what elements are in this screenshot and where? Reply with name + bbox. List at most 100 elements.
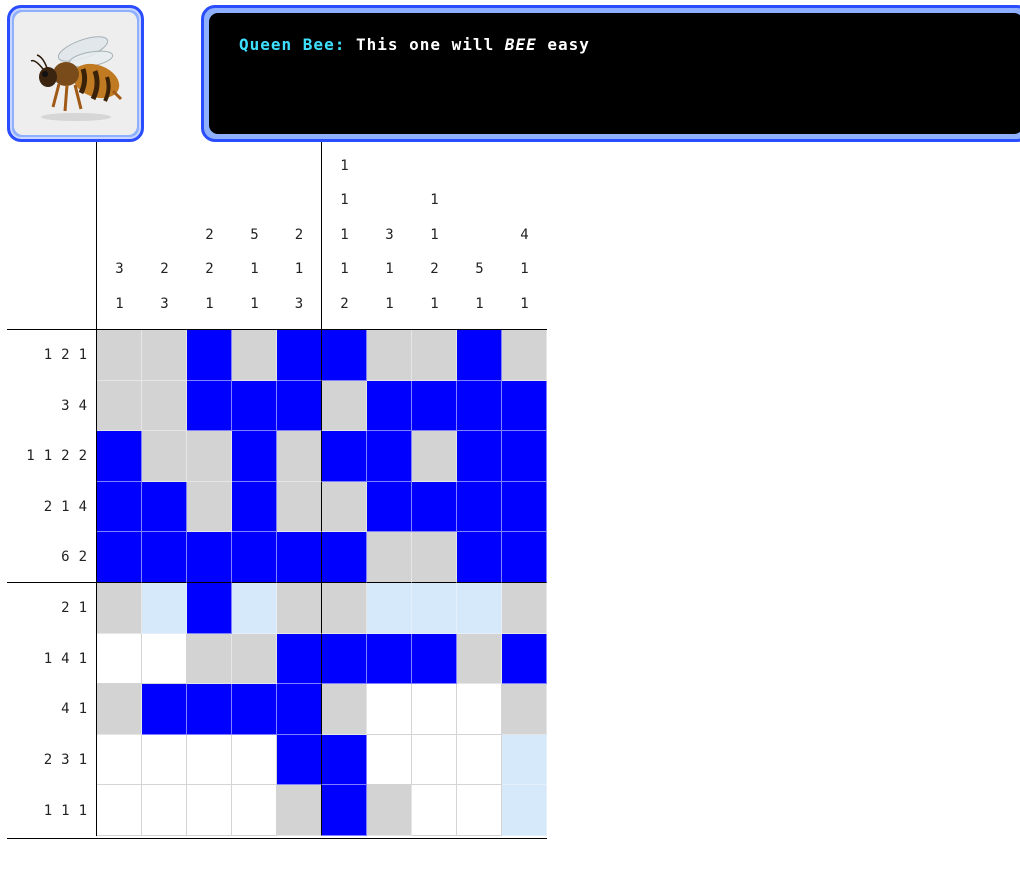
grid-cell[interactable] xyxy=(457,330,502,381)
grid-cell[interactable] xyxy=(187,380,232,432)
grid-cell[interactable] xyxy=(322,481,367,533)
grid-cell[interactable] xyxy=(457,785,502,836)
grid-cell[interactable] xyxy=(502,431,547,482)
grid-cell[interactable] xyxy=(367,431,412,482)
grid-cell[interactable] xyxy=(502,481,547,533)
grid-cell[interactable] xyxy=(187,734,232,786)
grid-cell[interactable] xyxy=(457,734,502,786)
grid-cell[interactable] xyxy=(232,431,277,482)
grid-cell[interactable] xyxy=(457,532,502,583)
grid-cell[interactable] xyxy=(142,582,187,634)
grid-cell[interactable] xyxy=(277,684,322,735)
grid-cell[interactable] xyxy=(97,684,142,735)
grid-cell[interactable] xyxy=(367,330,412,381)
grid-cell[interactable] xyxy=(142,532,187,583)
grid-cell[interactable] xyxy=(142,431,187,482)
grid-cell[interactable] xyxy=(142,684,187,735)
grid-cell[interactable] xyxy=(232,633,277,685)
grid-cell[interactable] xyxy=(502,380,547,432)
grid-cell[interactable] xyxy=(187,633,232,685)
grid-cell[interactable] xyxy=(367,532,412,583)
grid-cell[interactable] xyxy=(97,330,142,381)
grid-cell[interactable] xyxy=(97,431,142,482)
grid-cell[interactable] xyxy=(142,380,187,432)
grid-cell[interactable] xyxy=(322,633,367,685)
grid-cell[interactable] xyxy=(322,734,367,786)
grid-cell[interactable] xyxy=(322,380,367,432)
grid-cell[interactable] xyxy=(502,582,547,634)
grid-cell[interactable] xyxy=(232,734,277,786)
grid-cell[interactable] xyxy=(322,532,367,583)
grid-cell[interactable] xyxy=(277,582,322,634)
grid-cell[interactable] xyxy=(187,431,232,482)
grid-cell[interactable] xyxy=(277,532,322,583)
grid-cell[interactable] xyxy=(502,785,547,836)
grid-cell[interactable] xyxy=(367,481,412,533)
grid-cell[interactable] xyxy=(97,734,142,786)
grid-cell[interactable] xyxy=(502,330,547,381)
grid-cell[interactable] xyxy=(97,481,142,533)
grid-cell[interactable] xyxy=(322,684,367,735)
grid-cell[interactable] xyxy=(97,380,142,432)
grid-cell[interactable] xyxy=(142,330,187,381)
grid-cell[interactable] xyxy=(277,431,322,482)
grid-cell[interactable] xyxy=(187,330,232,381)
grid-cell[interactable] xyxy=(412,431,457,482)
grid-cell[interactable] xyxy=(232,532,277,583)
grid-cell[interactable] xyxy=(232,380,277,432)
grid-cell[interactable] xyxy=(322,330,367,381)
grid-cell[interactable] xyxy=(457,633,502,685)
grid-cell[interactable] xyxy=(367,633,412,685)
grid-cell[interactable] xyxy=(412,734,457,786)
grid-cell[interactable] xyxy=(277,330,322,381)
grid-cell[interactable] xyxy=(457,380,502,432)
grid-cell[interactable] xyxy=(412,532,457,583)
grid-cell[interactable] xyxy=(97,785,142,836)
grid-cell[interactable] xyxy=(187,481,232,533)
grid-cell[interactable] xyxy=(367,380,412,432)
grid-cell[interactable] xyxy=(187,532,232,583)
grid-cell[interactable] xyxy=(277,380,322,432)
grid-cell[interactable] xyxy=(502,532,547,583)
grid-cell[interactable] xyxy=(367,582,412,634)
grid-cell[interactable] xyxy=(322,582,367,634)
grid-cell[interactable] xyxy=(187,684,232,735)
grid-cell[interactable] xyxy=(232,582,277,634)
grid-cell[interactable] xyxy=(142,734,187,786)
grid-cell[interactable] xyxy=(457,582,502,634)
grid-cell[interactable] xyxy=(142,785,187,836)
grid-cell[interactable] xyxy=(412,785,457,836)
grid-cell[interactable] xyxy=(412,633,457,685)
grid-cell[interactable] xyxy=(412,481,457,533)
grid-cell[interactable] xyxy=(277,633,322,685)
grid-cell[interactable] xyxy=(367,684,412,735)
grid-cell[interactable] xyxy=(502,633,547,685)
grid-cell[interactable] xyxy=(322,431,367,482)
grid-cell[interactable] xyxy=(457,684,502,735)
grid-cell[interactable] xyxy=(502,734,547,786)
grid-cell[interactable] xyxy=(277,785,322,836)
grid-cell[interactable] xyxy=(232,684,277,735)
grid-cell[interactable] xyxy=(97,582,142,634)
grid-cell[interactable] xyxy=(97,633,142,685)
grid-cell[interactable] xyxy=(187,785,232,836)
grid-cell[interactable] xyxy=(457,481,502,533)
grid-cell[interactable] xyxy=(367,734,412,786)
grid-cell[interactable] xyxy=(412,582,457,634)
grid-cell[interactable] xyxy=(97,532,142,583)
grid-cell[interactable] xyxy=(277,734,322,786)
grid-cell[interactable] xyxy=(367,785,412,836)
grid-cell[interactable] xyxy=(412,330,457,381)
grid-cell[interactable] xyxy=(412,380,457,432)
grid-cell[interactable] xyxy=(322,785,367,836)
grid-cell[interactable] xyxy=(232,330,277,381)
grid-cell[interactable] xyxy=(277,481,322,533)
grid-cell[interactable] xyxy=(232,785,277,836)
grid-cell[interactable] xyxy=(457,431,502,482)
grid-cell[interactable] xyxy=(412,684,457,735)
grid-cell[interactable] xyxy=(142,633,187,685)
grid-cell[interactable] xyxy=(187,582,232,634)
grid-cell[interactable] xyxy=(142,481,187,533)
grid-cell[interactable] xyxy=(502,684,547,735)
grid-cell[interactable] xyxy=(232,481,277,533)
